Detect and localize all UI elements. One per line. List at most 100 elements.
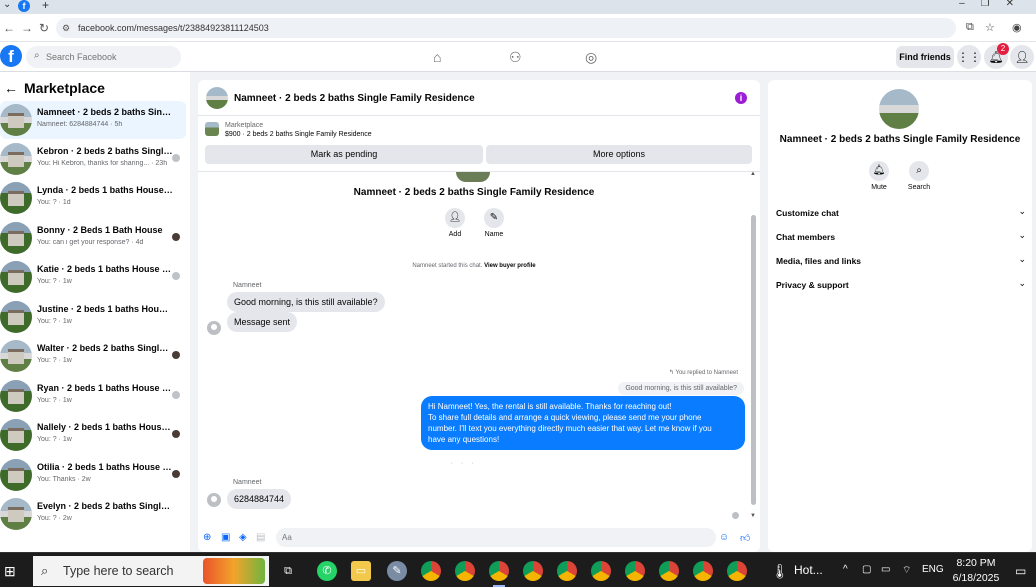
conversation-item[interactable]: Justine · 2 beds 1 baths House for ... Yo… (0, 298, 186, 336)
chat-scrollbar[interactable]: ▲ ▼ (750, 171, 756, 519)
facebook-logo[interactable]: f (0, 45, 22, 67)
windows-start-icon[interactable]: ⊞ (4, 563, 20, 579)
conversation-item[interactable]: Walter · 2 beds 2 baths Single F... You: … (0, 337, 186, 375)
scrollbar-thumb[interactable] (751, 215, 756, 505)
conversation-item[interactable]: Bonny · 2 Beds 1 Bath House You: can i ge… (0, 219, 186, 257)
back-arrow-icon[interactable]: ← (3, 21, 15, 35)
chat-info-icon[interactable]: i (735, 92, 747, 104)
account-avatar[interactable]: 👤︎ (1010, 45, 1034, 69)
listing-mini-thumbnail[interactable] (205, 122, 219, 136)
plus-circle-icon[interactable]: ⊕ (203, 532, 211, 543)
whatsapp-icon[interactable]: ✆ (317, 561, 337, 581)
tray-chevron-up-icon[interactable]: ^ (843, 564, 848, 575)
conversation-item[interactable]: Katie · 2 beds 1 baths House for ... You:… (0, 258, 186, 296)
sender-avatar[interactable] (207, 493, 221, 507)
message-input[interactable] (282, 532, 682, 543)
add-person-icon[interactable]: 👤︎ (445, 208, 465, 228)
name-action[interactable]: ✎ Name (474, 208, 514, 238)
listing-price[interactable]: $900 · 2 beds 2 baths Single Family Resi… (225, 131, 372, 138)
wifi-icon[interactable]: ⌔ (902, 564, 911, 577)
menu-grid-icon[interactable]: ⋮⋮ (957, 45, 981, 69)
chat-details-avatar[interactable] (879, 89, 919, 129)
conversation-name: Justine · 2 beds 1 baths House for ... (37, 304, 173, 314)
add-action[interactable]: 👤︎ Add (435, 208, 475, 238)
quoted-message[interactable]: Good morning, is this still available? (618, 382, 744, 395)
chrome-icon[interactable] (625, 561, 645, 581)
conversation-item[interactable]: Nallely · 2 beds 1 baths House f... You: … (0, 416, 186, 454)
install-app-icon[interactable]: ⧉ (966, 21, 974, 34)
chat-members-section[interactable]: Chat members ⌄ (776, 228, 1026, 248)
chrome-icon[interactable] (421, 561, 441, 581)
conversation-item[interactable]: Kebron · 2 beds 2 baths Single F... You: … (0, 140, 186, 178)
battery-icon[interactable]: ▭ (881, 564, 890, 575)
profile-icon[interactable]: ◉ (1012, 21, 1022, 34)
reload-icon[interactable]: ↻ (39, 21, 49, 35)
more-options-button[interactable]: More options (486, 145, 752, 164)
incoming-message[interactable]: Message sent (227, 312, 298, 332)
weather-hot-icon[interactable]: 🌡︎ (770, 561, 790, 581)
groups-icon[interactable]: ◎ (585, 49, 597, 66)
back-arrow-icon[interactable]: ← (4, 80, 18, 96)
pencil-icon[interactable]: ✎ (484, 208, 504, 228)
site-settings-icon[interactable]: ⚙ (62, 23, 70, 34)
conversation-item[interactable]: Evelyn · 2 beds 2 baths Single Fam... You… (0, 495, 186, 533)
conversation-item[interactable]: Namneet · 2 beds 2 baths Single F... Namn… (0, 101, 186, 139)
taskbar-clock[interactable]: 8:20 PM 6/18/2025 (946, 556, 1006, 586)
facebook-search[interactable]: ⌕ (26, 46, 181, 68)
incoming-message[interactable]: 6284884744 (227, 489, 292, 509)
facebook-tab-icon[interactable]: f (18, 0, 30, 12)
window-controls[interactable]: –❐✕ (959, 0, 1030, 9)
weather-label[interactable]: Hot... (794, 563, 823, 577)
chat-title[interactable]: Namneet · 2 beds 2 baths Single Family R… (234, 93, 475, 104)
conversation-item[interactable]: Ryan · 2 beds 1 baths House for ... You: … (0, 377, 186, 415)
search-icon[interactable]: ⌕ (909, 161, 929, 181)
chrome-icon[interactable] (557, 561, 577, 581)
find-friends-button[interactable]: Find friends (896, 46, 954, 68)
conversation-item[interactable]: Otilia · 2 beds 1 baths House for... You:… (0, 456, 186, 494)
forward-arrow-icon[interactable]: → (21, 21, 33, 35)
listing-thumbnail (0, 380, 32, 412)
tab-list-chevron-icon[interactable]: ⌄ (3, 0, 11, 10)
chrome-icon[interactable] (727, 561, 747, 581)
conversation-item[interactable]: Lynda · 2 beds 1 baths House for r... You… (0, 179, 186, 217)
url-text[interactable]: facebook.com/messages/t/2388492381112450… (78, 23, 269, 33)
notification-center-icon[interactable]: ▭ (1015, 564, 1026, 578)
task-view-icon[interactable]: ⧉ (278, 561, 298, 581)
chrome-icon[interactable] (523, 561, 543, 581)
search-input[interactable] (46, 50, 176, 64)
sticker-icon[interactable]: ◈ (239, 532, 247, 543)
bell-icon[interactable]: 🔔︎ (869, 161, 889, 181)
mark-as-pending-button[interactable]: Mark as pending (205, 145, 483, 164)
listing-thumbnail (0, 301, 32, 333)
chrome-icon[interactable] (659, 561, 679, 581)
mute-action[interactable]: 🔔︎ Mute (861, 161, 897, 191)
meet-now-icon[interactable]: ▢ (862, 564, 871, 575)
media-files-links-section[interactable]: Media, files and links ⌄ (776, 252, 1026, 272)
home-icon[interactable]: ⌂ (433, 49, 441, 65)
emoji-icon[interactable]: ☺ (719, 532, 729, 543)
bookmark-star-icon[interactable]: ☆ (985, 21, 995, 34)
taskbar-search[interactable]: ⌕ Type here to search (33, 556, 269, 586)
paint-icon[interactable]: ✎ (387, 561, 407, 581)
sender-avatar[interactable] (207, 321, 221, 335)
outgoing-message[interactable]: Hi Namneet! Yes, the rental is still ava… (421, 396, 745, 450)
search-action[interactable]: ⌕ Search (901, 161, 937, 191)
image-icon[interactable]: ▣ (221, 532, 230, 543)
privacy-support-section[interactable]: Privacy & support ⌄ (776, 276, 1026, 296)
scroll-down-icon[interactable]: ▼ (750, 513, 756, 519)
customize-chat-section[interactable]: Customize chat ⌄ (776, 204, 1026, 224)
chrome-icon[interactable] (591, 561, 611, 581)
chrome-icon[interactable] (455, 561, 475, 581)
chat-avatar[interactable] (206, 87, 228, 109)
new-tab-icon[interactable]: + (42, 0, 49, 12)
chrome-icon[interactable] (693, 561, 713, 581)
scroll-up-icon[interactable]: ▲ (750, 171, 756, 177)
file-explorer-icon[interactable]: ▭ (351, 561, 371, 581)
friends-icon[interactable]: ⚇ (509, 49, 522, 66)
incoming-message[interactable]: Good morning, is this still available? (227, 292, 385, 312)
chrome-icon[interactable] (489, 561, 509, 587)
like-thumbs-up-icon[interactable]: 👍︎ (740, 532, 750, 544)
gif-icon[interactable]: ▤ (256, 532, 265, 543)
view-buyer-profile-link[interactable]: View buyer profile (484, 263, 536, 269)
language-indicator[interactable]: ENG (922, 564, 944, 575)
